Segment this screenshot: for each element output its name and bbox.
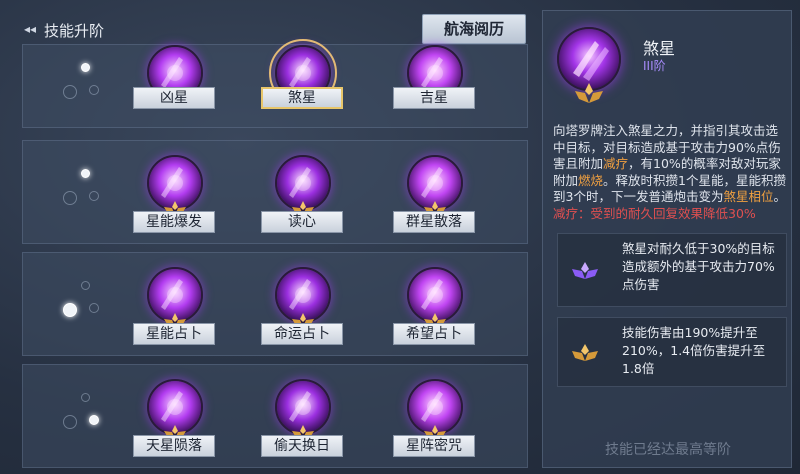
desc-part: 减疗：受到的耐久回复效果降低30% (553, 205, 756, 221)
back-arrow-icon[interactable]: ◂◂ (24, 22, 36, 36)
branch-dot (89, 191, 99, 201)
branch-dot (81, 281, 90, 290)
skill-label: 命运占卜 (261, 323, 343, 345)
branch-indicator (53, 161, 103, 211)
branch-indicator (53, 55, 103, 105)
branch-indicator (53, 385, 103, 435)
desc-part: 煞星相位 (723, 189, 774, 205)
desc-part: 。 (773, 189, 786, 205)
branch-dot (63, 303, 77, 317)
skill-2-0[interactable]: 星能占卜 (129, 267, 219, 357)
branch-dot (89, 415, 99, 425)
page-title: 技能升阶 (44, 22, 105, 40)
skill-2-1[interactable]: 命运占卜 (257, 267, 347, 357)
skill-tier-2: 星能爆发 读心 群星散落 (22, 140, 528, 244)
skill-rank: III阶 (643, 59, 666, 73)
skill-label: 天星陨落 (133, 435, 215, 457)
skill-1-1[interactable]: 读心 (257, 155, 347, 245)
branch-dot (63, 191, 77, 205)
selected-skill-icon (557, 27, 621, 91)
gold-crest-icon (572, 344, 598, 361)
skill-label: 星能占卜 (133, 323, 215, 345)
skill-label: 偷天换日 (261, 435, 343, 457)
skill-label: 煞星 (261, 87, 343, 109)
skill-tier-3: 星能占卜 命运占卜 希望占卜 (22, 252, 528, 356)
skill-tier-1: 凶星 煞星 吉星 (22, 39, 528, 128)
desc-part: 减疗 (603, 156, 629, 172)
branch-dot (81, 393, 90, 402)
branch-indicator (53, 273, 103, 323)
max-rank-notice: 技能已经达最高等阶 (605, 442, 731, 458)
skill-description[interactable]: 向塔罗牌注入煞星之力，并指引其攻击选中目标，对目标造成基于攻击力90%点伤害且附… (553, 123, 789, 237)
upgrade-effect-1: 煞星对耐久低于30%的目标造成额外的基于攻击力70%点伤害 (557, 233, 787, 307)
skill-label: 读心 (261, 211, 343, 233)
skill-0-1[interactable]: 煞星 (257, 39, 347, 135)
skill-0-0[interactable]: 凶星 (129, 45, 219, 135)
skill-1-0[interactable]: 星能爆发 (129, 155, 219, 245)
skill-label: 凶星 (133, 87, 215, 109)
upgrade-text-1: 煞星对耐久低于30%的目标造成额外的基于攻击力70%点伤害 (622, 241, 775, 292)
branch-dot (63, 85, 77, 99)
branch-dot (81, 169, 90, 178)
upgrade-effect-2: 技能伤害由190%提升至210%，1.4倍伤害提升至1.8倍 (557, 317, 787, 387)
branch-dot (81, 63, 90, 72)
skill-label: 星阵密咒 (393, 435, 475, 457)
skill-3-0[interactable]: 天星陨落 (129, 379, 219, 469)
skill-3-1[interactable]: 偷天换日 (257, 379, 347, 469)
skill-label: 希望占卜 (393, 323, 475, 345)
desc-part: 燃烧 (578, 172, 604, 188)
skill-tier-4: 天星陨落 偷天换日 星阵密咒 (22, 364, 528, 468)
skill-0-2[interactable]: 吉星 (389, 45, 479, 135)
skill-2-2[interactable]: 希望占卜 (389, 267, 479, 357)
skill-1-2[interactable]: 群星散落 (389, 155, 479, 245)
upgrade-text-2: 技能伤害由190%提升至210%，1.4倍伤害提升至1.8倍 (622, 325, 766, 376)
skill-label: 群星散落 (393, 211, 475, 233)
voyage-log-button[interactable]: 航海阅历 (422, 14, 526, 44)
branch-dot (89, 303, 99, 313)
gold-crest-icon (575, 83, 603, 103)
purple-crest-icon (572, 262, 598, 279)
skill-name: 煞星 (643, 39, 676, 58)
branch-dot (63, 415, 77, 429)
skill-3-2[interactable]: 星阵密咒 (389, 379, 479, 469)
skill-detail-panel: 煞星 III阶 向塔罗牌注入煞星之力，并指引其攻击选中目标，对目标造成基于攻击力… (542, 10, 792, 468)
skill-label: 吉星 (393, 87, 475, 109)
branch-dot (89, 85, 99, 95)
skill-label: 星能爆发 (133, 211, 215, 233)
header: ◂◂ 技能升阶 航海阅历 (10, 14, 530, 44)
